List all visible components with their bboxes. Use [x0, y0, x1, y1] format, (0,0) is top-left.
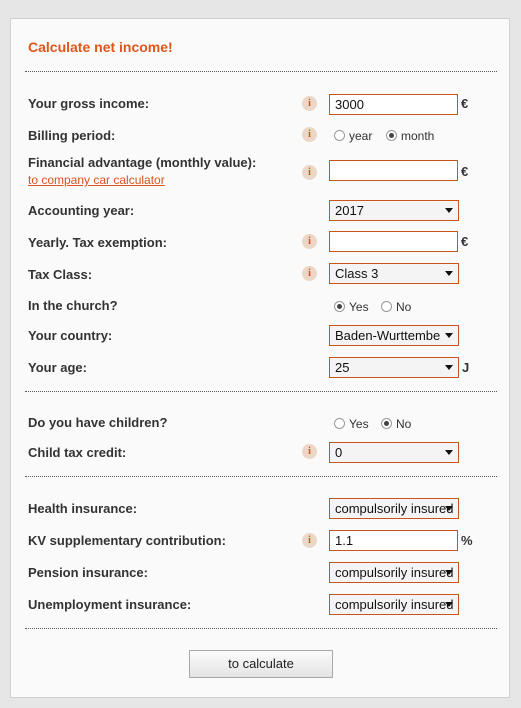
- dropdown-arrow-icon: [445, 506, 453, 511]
- kv-contribution-label: KV supplementary contribution:: [28, 533, 226, 548]
- info-icon[interactable]: i: [302, 165, 317, 180]
- dropdown-arrow-icon: [445, 365, 453, 370]
- health-insurance-select[interactable]: compulsorily insured: [329, 498, 459, 519]
- dropdown-arrow-icon: [445, 271, 453, 276]
- info-icon[interactable]: i: [302, 96, 317, 111]
- age-unit: J: [462, 360, 470, 375]
- page-title: Calculate net income!: [28, 39, 173, 55]
- tax-exemption-unit: €: [461, 234, 469, 249]
- kv-contribution-unit: %: [461, 533, 473, 548]
- financial-advantage-input[interactable]: [329, 160, 458, 181]
- church-label: In the church?: [28, 298, 118, 313]
- pension-insurance-label: Pension insurance:: [28, 565, 148, 580]
- dropdown-arrow-icon: [445, 602, 453, 607]
- unemployment-insurance-select[interactable]: compulsorily insured: [329, 594, 459, 615]
- info-icon[interactable]: i: [302, 234, 317, 249]
- church-yes-radio[interactable]: [334, 301, 345, 312]
- divider: [25, 628, 497, 629]
- dropdown-arrow-icon: [445, 333, 453, 338]
- dropdown-arrow-icon: [445, 208, 453, 213]
- tax-exemption-label: Yearly. Tax exemption:: [28, 235, 167, 250]
- info-icon[interactable]: i: [302, 266, 317, 281]
- unemployment-insurance-value: compulsorily insured: [335, 597, 454, 612]
- accounting-year-value: 2017: [335, 203, 364, 218]
- gross-income-unit: €: [461, 96, 469, 111]
- children-no-label[interactable]: No: [396, 417, 411, 431]
- company-car-calculator-link[interactable]: to company car calculator: [28, 173, 165, 187]
- pension-insurance-value: compulsorily insured: [335, 565, 454, 580]
- divider: [25, 391, 497, 392]
- billing-period-label: Billing period:: [28, 128, 116, 143]
- billing-period-month-label[interactable]: month: [401, 129, 434, 143]
- calculator-panel: Calculate net income! Your gross income:…: [10, 18, 510, 698]
- country-value: Baden-Wurttembe: [335, 328, 441, 343]
- age-select[interactable]: 25: [329, 357, 459, 378]
- financial-advantage-label: Financial advantage (monthly value):: [28, 155, 257, 170]
- child-tax-credit-select[interactable]: 0: [329, 442, 459, 463]
- pension-insurance-select[interactable]: compulsorily insured: [329, 562, 459, 583]
- divider: [25, 476, 497, 477]
- children-yes-radio[interactable]: [334, 418, 345, 429]
- info-icon[interactable]: i: [302, 127, 317, 142]
- kv-contribution-input[interactable]: 1.1: [329, 530, 458, 551]
- country-label: Your country:: [28, 328, 113, 343]
- health-insurance-value: compulsorily insured: [335, 501, 454, 516]
- church-yes-label[interactable]: Yes: [349, 300, 369, 314]
- calculate-button[interactable]: to calculate: [189, 650, 333, 678]
- church-no-label[interactable]: No: [396, 300, 411, 314]
- accounting-year-label: Accounting year:: [28, 203, 135, 218]
- health-insurance-label: Health insurance:: [28, 501, 138, 516]
- dropdown-arrow-icon: [445, 570, 453, 575]
- children-no-radio[interactable]: [381, 418, 392, 429]
- child-tax-credit-value: 0: [335, 445, 343, 460]
- country-select[interactable]: Baden-Wurttembe: [329, 325, 459, 346]
- gross-income-label: Your gross income:: [28, 96, 150, 111]
- billing-period-month-radio[interactable]: [386, 130, 397, 141]
- dropdown-arrow-icon: [445, 450, 453, 455]
- tax-class-label: Tax Class:: [28, 267, 93, 282]
- billing-period-year-radio[interactable]: [334, 130, 345, 141]
- billing-period-year-label[interactable]: year: [349, 129, 372, 143]
- accounting-year-select[interactable]: 2017: [329, 200, 459, 221]
- tax-exemption-input[interactable]: [329, 231, 458, 252]
- church-no-radio[interactable]: [381, 301, 392, 312]
- child-tax-credit-label: Child tax credit:: [28, 445, 127, 460]
- age-label: Your age:: [28, 360, 87, 375]
- divider: [25, 71, 497, 72]
- children-label: Do you have children?: [28, 415, 168, 430]
- gross-income-input[interactable]: 3000: [329, 94, 458, 115]
- info-icon[interactable]: i: [302, 533, 317, 548]
- unemployment-insurance-label: Unemployment insurance:: [28, 597, 192, 612]
- tax-class-value: Class 3: [335, 266, 379, 281]
- children-yes-label[interactable]: Yes: [349, 417, 369, 431]
- info-icon[interactable]: i: [302, 444, 317, 459]
- financial-advantage-unit: €: [461, 164, 469, 179]
- tax-class-select[interactable]: Class 3: [329, 263, 459, 284]
- age-value: 25: [335, 360, 350, 375]
